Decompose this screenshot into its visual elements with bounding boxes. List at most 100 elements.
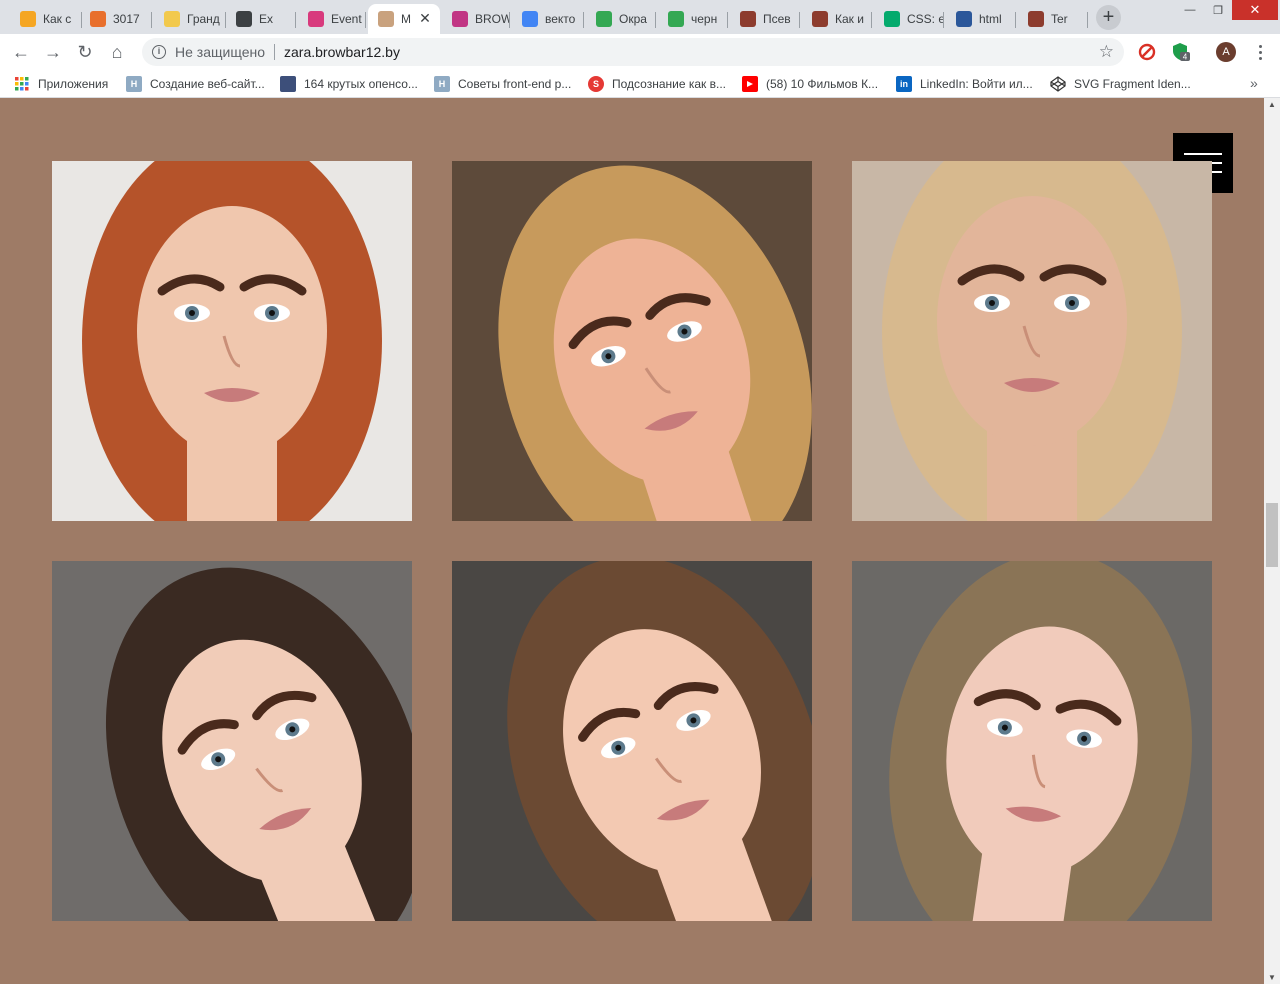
- brick-icon: [1028, 11, 1044, 27]
- minimize-icon[interactable]: —: [1176, 0, 1204, 20]
- portrait-brown-hair-blue-eyes[interactable]: [452, 561, 812, 921]
- brick-icon: [740, 11, 756, 27]
- browser-tab[interactable]: Гранд: [154, 4, 226, 34]
- tab-title: Ex: [259, 12, 274, 26]
- browser-tab[interactable]: Псев: [730, 4, 800, 34]
- tab-separator: [655, 12, 656, 28]
- scroll-up-arrow-icon[interactable]: ▲: [1268, 100, 1276, 109]
- tab-separator: [871, 12, 872, 28]
- gallery-page: [0, 98, 1264, 984]
- reload-icon[interactable]: ↻: [73, 40, 97, 64]
- bookmark-label: Советы front-end p...: [458, 77, 572, 91]
- tab-separator: [799, 12, 800, 28]
- browser-tab[interactable]: Event: [298, 4, 366, 34]
- bookmark-item[interactable]: 164 крутых опенсо...: [280, 76, 418, 92]
- forward-arrow-icon[interactable]: →: [41, 40, 65, 64]
- bookmark-item[interactable]: in LinkedIn: Войти ил...: [896, 76, 1033, 92]
- browser-tab[interactable]: 3017: [80, 4, 152, 34]
- browser-tab[interactable]: Ex: [226, 4, 296, 34]
- doc-icon: [956, 11, 972, 27]
- tab-title: черн: [691, 12, 718, 26]
- browser-tab[interactable]: Ter: [1018, 4, 1088, 34]
- tab-strip: Как с 3017 Гранд Ex Event M ✕ BROW векто Окра черн…: [0, 0, 1280, 34]
- youtube-icon: [742, 76, 758, 92]
- bookmark-label: 164 крутых опенсо...: [304, 77, 418, 91]
- browser-menu-icon[interactable]: [1252, 42, 1268, 62]
- portrait-blonde-angled[interactable]: [452, 161, 812, 521]
- new-tab-button[interactable]: +: [1096, 5, 1121, 30]
- home-icon[interactable]: ⌂: [105, 40, 129, 64]
- w3-icon: [884, 11, 900, 27]
- browser-tab[interactable]: Как и: [802, 4, 872, 34]
- bookmark-item[interactable]: H Советы front-end p...: [434, 76, 571, 92]
- portrait-redhead[interactable]: [52, 161, 412, 521]
- more-bookmarks-icon[interactable]: »: [1250, 75, 1258, 91]
- tab-title: Окра: [619, 12, 647, 26]
- bookmarks-bar: Приложения H Создание веб-сайт... 164 круты…: [0, 70, 1280, 98]
- browser-tab[interactable]: Окра: [586, 4, 656, 34]
- tab-separator: [1087, 12, 1088, 28]
- tab-title: Event: [331, 12, 362, 26]
- site-logo-icon: [378, 11, 394, 27]
- browser-toolbar: ← → ↻ ⌂ i Не защищено zara.browbar12.by …: [0, 34, 1280, 70]
- tab-separator: [151, 12, 152, 28]
- security-label: Не защищено: [175, 44, 265, 60]
- tab-title: html: [979, 12, 1002, 26]
- tab-separator: [1015, 12, 1016, 28]
- tab-separator: [943, 12, 944, 28]
- codepen-icon: [1050, 76, 1066, 92]
- brick-icon: [812, 11, 828, 27]
- bookmark-item[interactable]: (58) 10 Фильмов К...: [742, 76, 878, 92]
- orange-icon: [20, 11, 36, 27]
- browser-tab[interactable]: CSS: e: [874, 4, 944, 34]
- bookmark-label: Создание веб-сайт...: [150, 77, 265, 91]
- browser-tab[interactable]: M ✕: [368, 4, 440, 34]
- tab-separator: [365, 12, 366, 28]
- portrait-light-blonde[interactable]: [852, 161, 1212, 521]
- tab-title: CSS: e: [907, 12, 944, 26]
- scroll-down-arrow-icon[interactable]: ▼: [1268, 973, 1276, 982]
- tab-title: BROW: [475, 12, 510, 26]
- bookmark-star-icon[interactable]: ☆: [1099, 42, 1114, 62]
- play-icon: [236, 11, 252, 27]
- tab-title: векто: [545, 12, 576, 26]
- tab-separator: [727, 12, 728, 28]
- browser-tab[interactable]: BROW: [442, 4, 510, 34]
- window-close-icon[interactable]: ✕: [1232, 0, 1278, 20]
- tab-title: Как и: [835, 12, 864, 26]
- tab-separator: [295, 12, 296, 28]
- tab-title: Ter: [1051, 12, 1068, 26]
- browser-tab[interactable]: Как с: [10, 4, 82, 34]
- restore-icon[interactable]: ❐: [1204, 0, 1232, 20]
- url-text[interactable]: zara.browbar12.by: [284, 44, 400, 60]
- adblock-icon[interactable]: [1137, 42, 1157, 62]
- bookmark-item[interactable]: H Создание веб-сайт...: [126, 76, 265, 92]
- browser-tab[interactable]: html: [946, 4, 1016, 34]
- glasses-icon: [90, 11, 106, 27]
- close-tab-icon[interactable]: ✕: [418, 11, 432, 25]
- shield-extension-icon[interactable]: 4: [1171, 42, 1191, 62]
- google-icon: [522, 11, 538, 27]
- scrollbar-thumb[interactable]: [1266, 503, 1278, 567]
- bookmark-item[interactable]: Приложения: [14, 76, 108, 92]
- bookmark-item[interactable]: S Подсознание как в...: [588, 76, 726, 92]
- address-divider: [274, 44, 275, 60]
- portrait-brunette-angled[interactable]: [52, 561, 412, 921]
- instagram-icon: [452, 11, 468, 27]
- page-scrollbar[interactable]: ▲ ▼: [1264, 98, 1280, 984]
- h-letter-icon: H: [434, 76, 450, 92]
- browser-tab[interactable]: черн: [658, 4, 728, 34]
- browser-tab[interactable]: векто: [512, 4, 584, 34]
- tab-title: Псев: [763, 12, 791, 26]
- bookmark-item[interactable]: SVG Fragment Iden...: [1050, 76, 1191, 92]
- profile-avatar[interactable]: A: [1216, 42, 1236, 62]
- flag-icon: [280, 76, 296, 92]
- tab-title: Как с: [43, 12, 72, 26]
- address-bar[interactable]: i Не защищено zara.browbar12.by ☆: [142, 38, 1124, 66]
- info-icon[interactable]: i: [152, 45, 166, 59]
- back-arrow-icon[interactable]: ←: [9, 40, 33, 64]
- extension-badge: 4: [1183, 53, 1188, 62]
- apps-grid-icon: [14, 76, 30, 92]
- portrait-ash-blonde-piercing[interactable]: [852, 561, 1212, 921]
- bookmark-label: (58) 10 Фильмов К...: [766, 77, 879, 91]
